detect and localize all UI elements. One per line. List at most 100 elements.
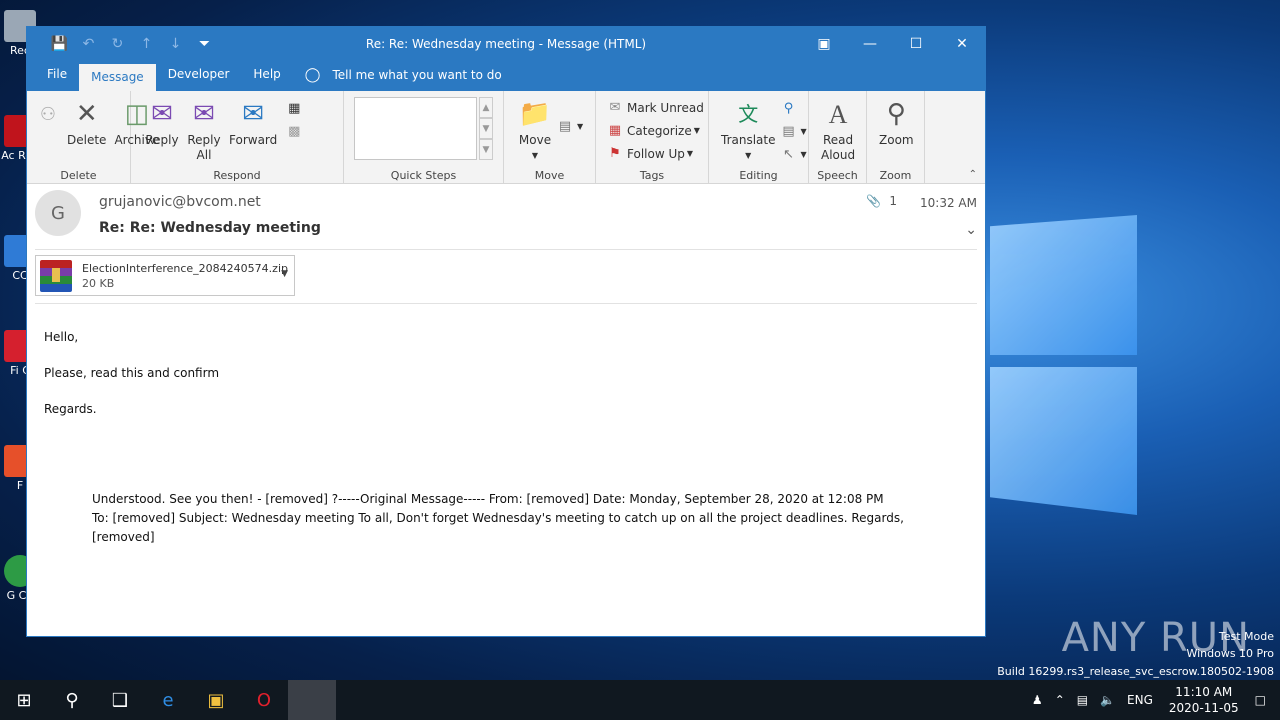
next-item-icon[interactable]: ↓ [161, 36, 190, 52]
read-aloud-icon: A [828, 99, 848, 129]
outlook-message-window: 💾 ↶ ↻ ↑ ↓ ⏷ Re: Re: Wednesday meeting - … [26, 26, 986, 637]
move-group: 📁 Move ▼ ▤ ▼ Move [504, 91, 596, 184]
quick-steps-gallery[interactable] [354, 97, 477, 160]
taskbar: ⊞ ⚲ ❑ e ▣ O ♟ ⌃ ▤ 🔈 ENG 11:10 AM 2020-11… [0, 680, 1280, 720]
mark-unread-button[interactable]: ✉ Mark Unread [606, 96, 704, 119]
winrar-zip-icon [40, 259, 72, 292]
related-button[interactable]: ▤ ▼ [780, 120, 806, 143]
save-icon[interactable]: 💾 [45, 36, 74, 52]
language-indicator[interactable]: ENG [1127, 693, 1153, 707]
envelope-icon: ✉ [609, 100, 621, 115]
more-respond-button[interactable]: ▩ [285, 120, 306, 143]
ribbon-display-options-icon[interactable]: ▣ [801, 27, 847, 60]
tab-message[interactable]: Message [79, 64, 156, 91]
volume-icon[interactable]: 🔈 [1100, 693, 1115, 707]
delete-button[interactable]: ✕ Delete [63, 97, 110, 148]
forward-icon: ✉ [242, 98, 265, 129]
flag-icon: ⚑ [609, 146, 621, 161]
forward-button[interactable]: ✉ Forward [225, 97, 281, 148]
avatar[interactable]: G [35, 190, 81, 236]
editing-group-label: Editing [739, 169, 778, 182]
attachment-name: ElectionInterference_2084240574.zip [82, 262, 288, 275]
opera-taskbar-button[interactable]: O [240, 680, 288, 720]
close-icon[interactable]: ✕ [939, 27, 985, 60]
message-header: G grujanovic@bvcom.net Re: Re: Wednesday… [35, 184, 977, 250]
ignore-button[interactable]: ⚇ [33, 97, 63, 133]
clock-time: 11:10 AM [1175, 685, 1233, 699]
outlook-taskbar-button[interactable] [288, 680, 336, 720]
select-button[interactable]: ↖ ▼ [780, 143, 807, 166]
reply-all-button[interactable]: ✉ Reply All [183, 97, 225, 163]
redo-icon[interactable]: ↻ [103, 36, 132, 52]
wallpaper-windows-logo [990, 215, 1140, 515]
quick-steps-scroll[interactable]: ▲ ▼ ▼ [479, 97, 493, 160]
zoom-button[interactable]: ⚲ Zoom [875, 97, 918, 148]
move-button[interactable]: 📁 Move ▼ [514, 97, 556, 163]
translate-icon: 文 [738, 101, 759, 126]
tab-developer[interactable]: Developer [156, 60, 242, 91]
reply-icon: ✉ [151, 98, 173, 129]
attachment-dropdown-icon[interactable]: ▼ [281, 269, 288, 279]
follow-up-button[interactable]: ⚑ Follow Up ▼ [606, 142, 693, 165]
undo-icon[interactable]: ↶ [74, 36, 103, 52]
paperclip-icon: 📎 [866, 194, 882, 208]
maximize-icon[interactable]: ☐ [893, 27, 939, 60]
category-icon: ▦ [608, 123, 622, 138]
magnifier-icon: ⚲ [886, 98, 906, 129]
meeting-button[interactable]: ▦ [285, 97, 306, 120]
folder-move-icon: 📁 [518, 98, 552, 129]
delete-x-icon: ✕ [75, 98, 98, 129]
tab-file[interactable]: File [35, 60, 79, 91]
collapse-ribbon-icon[interactable]: ⌃ [969, 169, 977, 180]
start-button[interactable]: ⊞ [0, 680, 48, 720]
minimize-icon[interactable]: — [847, 27, 893, 60]
test-mode-label: Test Mode [1218, 630, 1274, 643]
ribbon-tabs: File Message Developer Help ◯ Tell me wh… [27, 60, 985, 91]
clock[interactable]: 11:10 AM 2020-11-05 [1169, 684, 1239, 716]
network-icon[interactable]: ▤ [1077, 693, 1088, 707]
message-time: 10:32 AM [920, 196, 977, 210]
tags-group: ✉ Mark Unread ▦ Categorize ▼ ⚑ Follow Up ▼ Ta… [596, 91, 709, 184]
notifications-icon[interactable]: □ [1255, 693, 1266, 707]
edge-taskbar-button[interactable]: e [144, 680, 192, 720]
windows-edition-label: Windows 10 Pro [1186, 647, 1274, 660]
rules-button[interactable]: ▤ ▼ [556, 115, 583, 138]
find-button[interactable]: ⚲ [780, 97, 807, 120]
translate-button[interactable]: 文 Translate ▼ [717, 97, 780, 163]
lightbulb-icon: ◯ [304, 67, 321, 83]
read-aloud-button[interactable]: A Read Aloud [817, 97, 859, 163]
tab-help[interactable]: Help [241, 60, 292, 91]
customize-qat-icon[interactable]: ⏷ [190, 36, 219, 52]
quoted-message: Understood. See you then! - [removed] ?-… [27, 438, 985, 547]
folder-icon: ▣ [207, 689, 225, 711]
speech-group-label: Speech [817, 169, 858, 182]
expand-header-icon[interactable]: ⌄ [965, 222, 977, 238]
reply-button[interactable]: ✉ Reply [141, 97, 183, 148]
related-icon: ▤ [782, 124, 795, 139]
cursor-icon: ↖ [783, 147, 794, 162]
tell-me-box[interactable]: ◯ Tell me what you want to do [293, 60, 514, 91]
search-button[interactable]: ⚲ [48, 680, 96, 720]
opera-icon: O [256, 689, 272, 711]
respond-group: ✉ Reply ✉ Reply All ✉ Forward ▦ ▩ Respond [131, 91, 344, 184]
task-view-button[interactable]: ❑ [96, 680, 144, 720]
move-group-label: Move [534, 169, 565, 182]
zoom-group-label: Zoom [879, 169, 912, 182]
attachment-bar: ElectionInterference_2084240574.zip 20 K… [35, 250, 977, 304]
search-icon: ⚲ [783, 101, 794, 116]
sender-address[interactable]: grujanovic@bvcom.net [99, 194, 261, 210]
rules-icon: ▤ [558, 119, 572, 134]
speech-group: A Read Aloud Speech [809, 91, 867, 184]
people-icon[interactable]: ♟ [1032, 693, 1043, 707]
message-subject: Re: Re: Wednesday meeting [99, 220, 321, 236]
categorize-button[interactable]: ▦ Categorize ▼ [606, 119, 700, 142]
attachment-size: 20 KB [82, 277, 115, 290]
show-hidden-icons-icon[interactable]: ⌃ [1055, 693, 1065, 707]
previous-item-icon[interactable]: ↑ [132, 36, 161, 52]
task-view-icon: ❑ [111, 689, 129, 711]
explorer-taskbar-button[interactable]: ▣ [192, 680, 240, 720]
attachment-item[interactable]: ElectionInterference_2084240574.zip 20 K… [35, 255, 295, 296]
ignore-icon: ⚇ [39, 103, 57, 125]
respond-group-label: Respond [213, 169, 261, 182]
windows-start-icon: ⊞ [16, 689, 32, 711]
